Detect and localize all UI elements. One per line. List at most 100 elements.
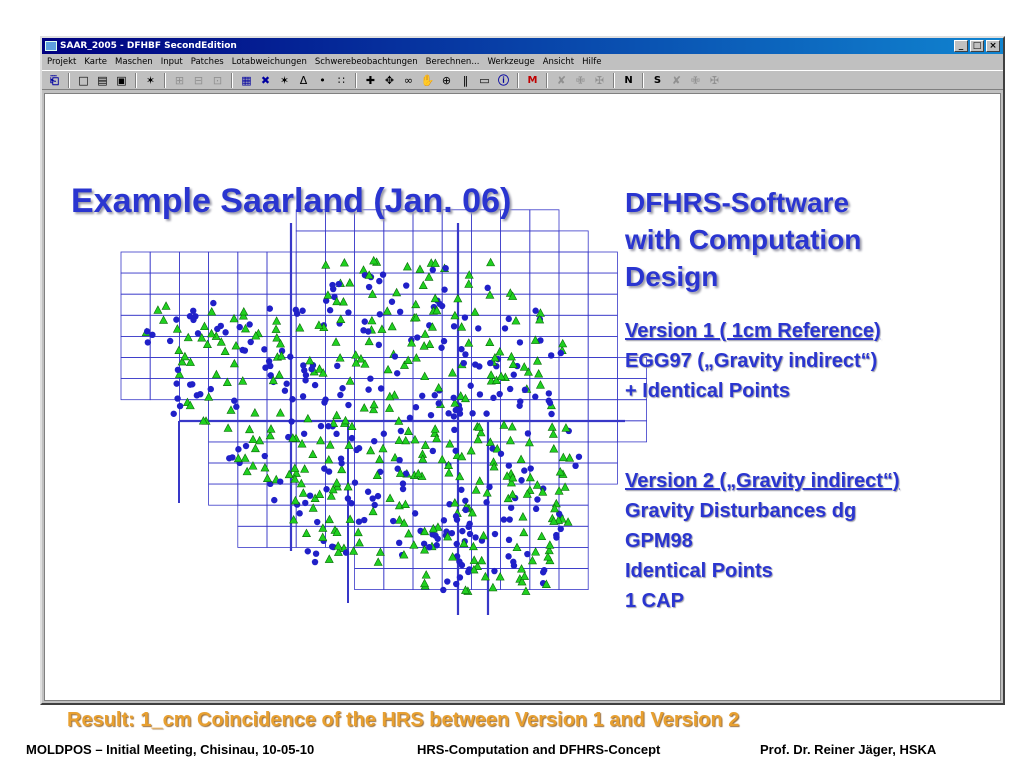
version1-line: + Identical Points: [625, 380, 791, 402]
menu-projekt[interactable]: Projekt: [47, 54, 76, 70]
gravity-point-marker: [287, 353, 294, 360]
identical-point-marker: [404, 528, 414, 538]
link-icon[interactable]: ∞: [401, 73, 416, 88]
identical-point-marker: [274, 370, 284, 379]
menu-hilfe[interactable]: Hilfe: [582, 54, 601, 70]
identical-point-marker: [239, 306, 249, 316]
gravity-point-marker: [506, 516, 513, 523]
identical-point-marker: [420, 371, 430, 381]
split-icon[interactable]: ‖: [458, 73, 473, 88]
gravity-point-marker: [296, 510, 303, 517]
identical-point-marker: [448, 368, 458, 377]
maximize-button[interactable]: □: [970, 40, 984, 52]
m-icon[interactable]: M: [525, 73, 540, 88]
grid-cell: [383, 568, 414, 591]
zoom-icon[interactable]: ⊕: [439, 73, 454, 88]
identical-point-marker: [471, 485, 481, 494]
exit-icon[interactable]: ⎗: [47, 73, 62, 88]
gravity-point-marker: [465, 568, 472, 576]
grid-cell: [295, 230, 326, 253]
s-icon[interactable]: S: [650, 73, 665, 88]
gravity-point-marker: [429, 447, 437, 455]
tool-a-icon[interactable]: ✘: [554, 73, 569, 88]
cross-icon[interactable]: ✖: [258, 73, 273, 88]
title-bar[interactable]: SAAR_2005 - DFHBF SecondEdition _ □ ×: [42, 38, 1003, 54]
tool-c-icon[interactable]: ✠: [592, 73, 607, 88]
tool-d-icon[interactable]: ✘: [669, 73, 684, 88]
menu-bar: Projekt Karte Maschen Input Patches Lota…: [42, 54, 1003, 70]
grid-cell: [237, 251, 268, 274]
gravity-point-marker: [299, 307, 306, 314]
menu-karte[interactable]: Karte: [84, 54, 107, 70]
identical-point-marker: [262, 473, 272, 482]
grid-select-icon[interactable]: ⊡: [210, 73, 225, 88]
close-button[interactable]: ×: [986, 40, 1000, 52]
menu-lotabweichungen[interactable]: Lotabweichungen: [232, 54, 307, 70]
gravity-point-marker: [299, 393, 307, 400]
gravity-point-marker: [548, 410, 555, 418]
grid-cell: [617, 420, 648, 443]
open-folder-icon[interactable]: ▤: [95, 73, 110, 88]
gravity-point-marker: [379, 271, 387, 278]
grid-cell: [558, 251, 589, 274]
menu-input[interactable]: Input: [161, 54, 183, 70]
tool-b-icon[interactable]: ✙: [573, 73, 588, 88]
gravity-point-marker: [453, 516, 461, 523]
identical-point-marker: [367, 289, 377, 298]
menu-berechnen[interactable]: Berechnen...: [426, 54, 480, 70]
move-icon[interactable]: ✥: [382, 73, 397, 88]
gravity-point-marker: [412, 404, 420, 411]
grid-cell: [178, 272, 209, 295]
save-icon[interactable]: ▣: [114, 73, 129, 88]
new-file-icon[interactable]: □: [76, 73, 91, 88]
menu-ansicht[interactable]: Ansicht: [543, 54, 574, 70]
tool-f-icon[interactable]: ✠: [707, 73, 722, 88]
add-point-icon[interactable]: ✚: [363, 73, 378, 88]
menu-maschen[interactable]: Maschen: [115, 54, 153, 70]
vertical-deflection-icon[interactable]: ✶: [277, 73, 292, 88]
gravity-point-marker: [236, 323, 243, 331]
grid-cell: [558, 230, 589, 253]
grid-cell: [383, 546, 414, 569]
grid-icon[interactable]: ⊞: [172, 73, 187, 88]
gravity-point-marker: [469, 410, 476, 417]
deflection-icon[interactable]: ✶: [143, 73, 158, 88]
identical-point-marker: [516, 454, 526, 464]
display-icon[interactable]: ▭: [477, 73, 492, 88]
identical-point-marker: [369, 399, 379, 409]
identical-point-marker: [368, 506, 378, 516]
mesh-icon[interactable]: ▦: [239, 73, 254, 88]
mesh-query-icon[interactable]: ∷: [334, 73, 349, 88]
menu-patches[interactable]: Patches: [191, 54, 224, 70]
menu-werkzeuge[interactable]: Werkzeuge: [487, 54, 534, 70]
identical-point-marker: [375, 454, 385, 464]
tool-e-icon[interactable]: ✙: [688, 73, 703, 88]
gravity-point-marker: [460, 359, 467, 367]
gravity-point-marker: [335, 280, 343, 288]
menu-schwerebeobachtungen[interactable]: Schwerebeobachtungen: [315, 54, 418, 70]
minimize-button[interactable]: _: [954, 40, 968, 52]
hand-icon[interactable]: ✋: [420, 73, 435, 88]
software-heading: DFHRS-Software with Computation Design: [625, 184, 861, 295]
info-icon[interactable]: ⓘ: [496, 73, 511, 88]
identical-point-marker: [290, 495, 300, 505]
grid-cell: [120, 335, 151, 358]
grid-cell: [558, 378, 589, 401]
point-query-icon[interactable]: •: [315, 73, 330, 88]
delta-query-icon[interactable]: Δ: [296, 73, 311, 88]
app-icon[interactable]: [45, 41, 57, 51]
gravity-point-marker: [507, 504, 515, 511]
grid-cell: [470, 399, 501, 422]
grid-points-icon[interactable]: ⊟: [191, 73, 206, 88]
gravity-point-marker: [434, 535, 441, 542]
toolbar-separator: [546, 72, 548, 88]
identical-point-marker: [272, 333, 282, 342]
gravity-point-marker: [300, 362, 307, 369]
gravity-point-marker: [246, 321, 253, 328]
map-canvas[interactable]: Example Saarland (Jan. 06) DFHRS-Softwar…: [44, 93, 1001, 731]
grid-cell: [587, 462, 618, 485]
n-icon[interactable]: N: [621, 73, 636, 88]
toolbar-separator: [613, 72, 615, 88]
gravity-point-marker: [411, 510, 419, 517]
gravity-point-marker: [462, 497, 469, 504]
